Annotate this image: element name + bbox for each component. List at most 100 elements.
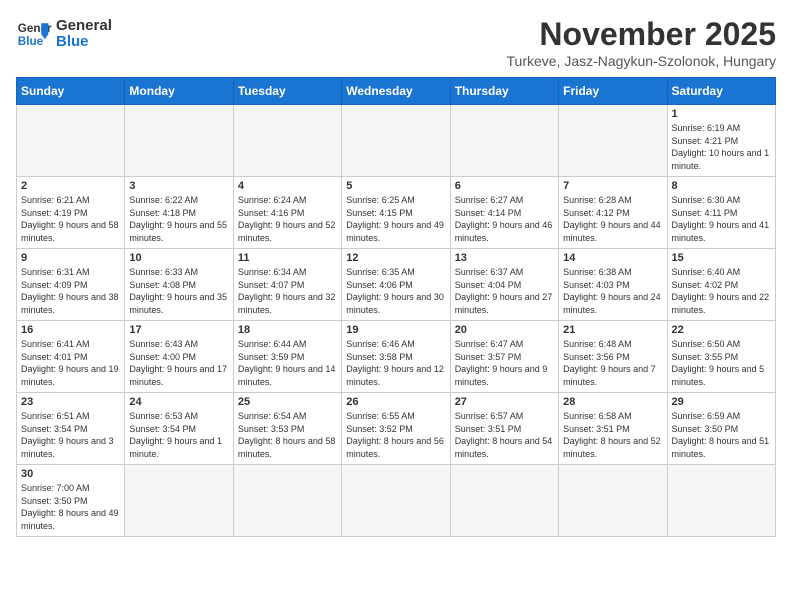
calendar-cell — [17, 105, 125, 177]
header-saturday: Saturday — [667, 78, 775, 105]
calendar-cell: 6 Sunrise: 6:27 AM Sunset: 4:14 PM Daylig… — [450, 177, 558, 249]
day-info: Sunrise: 6:37 AM Sunset: 4:04 PM Dayligh… — [455, 266, 554, 316]
day-info: Sunrise: 6:31 AM Sunset: 4:09 PM Dayligh… — [21, 266, 120, 316]
calendar-cell: 21 Sunrise: 6:48 AM Sunset: 3:56 PM Dayli… — [559, 321, 667, 393]
day-number: 17 — [129, 324, 228, 336]
day-info: Sunrise: 6:57 AM Sunset: 3:51 PM Dayligh… — [455, 410, 554, 460]
logo: General Blue General Blue — [16, 16, 112, 52]
calendar-cell: 13 Sunrise: 6:37 AM Sunset: 4:04 PM Dayli… — [450, 249, 558, 321]
calendar-cell: 18 Sunrise: 6:44 AM Sunset: 3:59 PM Dayli… — [233, 321, 341, 393]
logo-blue: Blue — [56, 34, 112, 51]
day-info: Sunrise: 6:28 AM Sunset: 4:12 PM Dayligh… — [563, 194, 662, 244]
calendar-header: SundayMondayTuesdayWednesdayThursdayFrid… — [17, 78, 776, 105]
title-area: November 2025 Turkeve, Jasz-Nagykun-Szol… — [507, 16, 777, 69]
calendar-cell: 11 Sunrise: 6:34 AM Sunset: 4:07 PM Dayli… — [233, 249, 341, 321]
svg-text:Blue: Blue — [18, 35, 44, 48]
day-number: 25 — [238, 396, 337, 408]
calendar-cell: 25 Sunrise: 6:54 AM Sunset: 3:53 PM Dayli… — [233, 393, 341, 465]
day-info: Sunrise: 6:46 AM Sunset: 3:58 PM Dayligh… — [346, 338, 445, 388]
calendar-cell: 14Sunrise: 6:38 AM Sunset: 4:03 PM Dayli… — [559, 249, 667, 321]
day-info: Sunrise: 6:43 AM Sunset: 4:00 PM Dayligh… — [129, 338, 228, 388]
calendar-cell — [233, 105, 341, 177]
day-number: 9 — [21, 252, 120, 264]
day-number: 16 — [21, 324, 120, 336]
day-number: 11 — [238, 252, 337, 264]
day-info: Sunrise: 6:19 AM Sunset: 4:21 PM Dayligh… — [672, 122, 771, 172]
calendar-cell: 29Sunrise: 6:59 AM Sunset: 3:50 PM Dayli… — [667, 393, 775, 465]
day-number: 18 — [238, 324, 337, 336]
day-info: Sunrise: 6:25 AM Sunset: 4:15 PM Dayligh… — [346, 194, 445, 244]
day-number: 8 — [672, 180, 771, 192]
calendar-cell: 24Sunrise: 6:53 AM Sunset: 3:54 PM Dayli… — [125, 393, 233, 465]
day-number: 23 — [21, 396, 120, 408]
calendar-cell: 19 Sunrise: 6:46 AM Sunset: 3:58 PM Dayli… — [342, 321, 450, 393]
calendar-cell: 22Sunrise: 6:50 AM Sunset: 3:55 PM Dayli… — [667, 321, 775, 393]
day-number: 2 — [21, 180, 120, 192]
day-number: 14 — [563, 252, 662, 264]
calendar-cell — [342, 465, 450, 537]
day-info: Sunrise: 6:22 AM Sunset: 4:18 PM Dayligh… — [129, 194, 228, 244]
day-info: Sunrise: 6:47 AM Sunset: 3:57 PM Dayligh… — [455, 338, 554, 388]
calendar-cell — [450, 465, 558, 537]
day-info: Sunrise: 6:33 AM Sunset: 4:08 PM Dayligh… — [129, 266, 228, 316]
calendar-cell: 12Sunrise: 6:35 AM Sunset: 4:06 PM Dayli… — [342, 249, 450, 321]
week-row-3: 16Sunrise: 6:41 AM Sunset: 4:01 PM Dayli… — [17, 321, 776, 393]
logo-icon: General Blue — [16, 16, 52, 52]
calendar-cell: 3Sunrise: 6:22 AM Sunset: 4:18 PM Daylig… — [125, 177, 233, 249]
calendar-cell — [667, 465, 775, 537]
day-info: Sunrise: 6:54 AM Sunset: 3:53 PM Dayligh… — [238, 410, 337, 460]
day-info: Sunrise: 6:58 AM Sunset: 3:51 PM Dayligh… — [563, 410, 662, 460]
week-row-0: 1 Sunrise: 6:19 AM Sunset: 4:21 PM Daylig… — [17, 105, 776, 177]
day-number: 21 — [563, 324, 662, 336]
calendar-cell: 17 Sunrise: 6:43 AM Sunset: 4:00 PM Dayli… — [125, 321, 233, 393]
day-number: 30 — [21, 468, 120, 480]
calendar-cell: 5 Sunrise: 6:25 AM Sunset: 4:15 PM Daylig… — [342, 177, 450, 249]
calendar-cell: 26 Sunrise: 6:55 AM Sunset: 3:52 PM Dayli… — [342, 393, 450, 465]
header-row: SundayMondayTuesdayWednesdayThursdayFrid… — [17, 78, 776, 105]
calendar-cell: 4Sunrise: 6:24 AM Sunset: 4:16 PM Daylig… — [233, 177, 341, 249]
calendar-table: SundayMondayTuesdayWednesdayThursdayFrid… — [16, 77, 776, 537]
calendar-cell — [125, 465, 233, 537]
calendar-title: November 2025 — [507, 16, 777, 53]
day-number: 6 — [455, 180, 554, 192]
day-number: 15 — [672, 252, 771, 264]
day-info: Sunrise: 6:27 AM Sunset: 4:14 PM Dayligh… — [455, 194, 554, 244]
day-number: 12 — [346, 252, 445, 264]
calendar-cell: 28 Sunrise: 6:58 AM Sunset: 3:51 PM Dayli… — [559, 393, 667, 465]
day-number: 1 — [672, 108, 771, 120]
calendar-cell: 27 Sunrise: 6:57 AM Sunset: 3:51 PM Dayli… — [450, 393, 558, 465]
day-number: 10 — [129, 252, 228, 264]
day-info: Sunrise: 6:44 AM Sunset: 3:59 PM Dayligh… — [238, 338, 337, 388]
calendar-cell — [559, 465, 667, 537]
header-thursday: Thursday — [450, 78, 558, 105]
day-number: 28 — [563, 396, 662, 408]
day-info: Sunrise: 6:21 AM Sunset: 4:19 PM Dayligh… — [21, 194, 120, 244]
day-info: Sunrise: 6:40 AM Sunset: 4:02 PM Dayligh… — [672, 266, 771, 316]
day-number: 5 — [346, 180, 445, 192]
day-number: 24 — [129, 396, 228, 408]
day-number: 13 — [455, 252, 554, 264]
calendar-cell: 8Sunrise: 6:30 AM Sunset: 4:11 PM Daylig… — [667, 177, 775, 249]
calendar-cell — [450, 105, 558, 177]
calendar-cell: 23Sunrise: 6:51 AM Sunset: 3:54 PM Dayli… — [17, 393, 125, 465]
day-number: 7 — [563, 180, 662, 192]
day-number: 22 — [672, 324, 771, 336]
calendar-cell — [559, 105, 667, 177]
calendar-cell: 20 Sunrise: 6:47 AM Sunset: 3:57 PM Dayli… — [450, 321, 558, 393]
day-number: 19 — [346, 324, 445, 336]
calendar-body: 1 Sunrise: 6:19 AM Sunset: 4:21 PM Daylig… — [17, 105, 776, 537]
day-number: 26 — [346, 396, 445, 408]
day-number: 4 — [238, 180, 337, 192]
day-number: 20 — [455, 324, 554, 336]
day-number: 27 — [455, 396, 554, 408]
day-info: Sunrise: 6:55 AM Sunset: 3:52 PM Dayligh… — [346, 410, 445, 460]
header-friday: Friday — [559, 78, 667, 105]
header-tuesday: Tuesday — [233, 78, 341, 105]
day-info: Sunrise: 6:34 AM Sunset: 4:07 PM Dayligh… — [238, 266, 337, 316]
calendar-cell: 9 Sunrise: 6:31 AM Sunset: 4:09 PM Daylig… — [17, 249, 125, 321]
logo-general: General — [56, 18, 112, 35]
day-info: Sunrise: 6:48 AM Sunset: 3:56 PM Dayligh… — [563, 338, 662, 388]
calendar-cell: 2 Sunrise: 6:21 AM Sunset: 4:19 PM Daylig… — [17, 177, 125, 249]
calendar-cell: 30Sunrise: 7:00 AM Sunset: 3:50 PM Dayli… — [17, 465, 125, 537]
calendar-cell: 1 Sunrise: 6:19 AM Sunset: 4:21 PM Daylig… — [667, 105, 775, 177]
